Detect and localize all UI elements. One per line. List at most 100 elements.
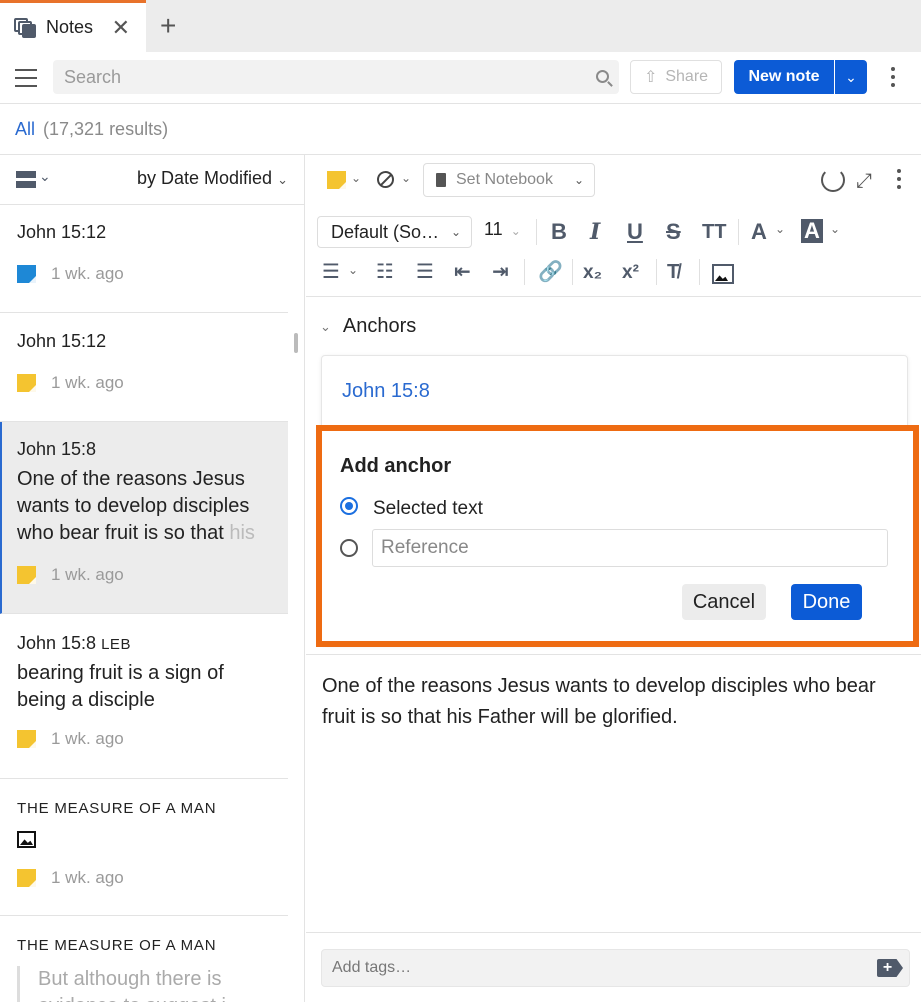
bullet-list-icon[interactable]: ☷ [376,260,394,284]
align-icon[interactable]: ☰ [322,260,340,284]
tags-placeholder: Add tags… [332,959,412,976]
note-title: John 15:12 [17,331,107,351]
selected-text-radio[interactable] [340,497,358,515]
font-size-value: 11 [484,219,503,239]
link-icon[interactable]: 🔗 [538,260,563,284]
subscript-button[interactable]: x₂ [583,261,602,285]
done-button[interactable]: Done [791,584,862,620]
sticky-note-icon [17,869,36,887]
share-button[interactable]: ⇧ Share [630,60,722,94]
anchor-reference-link[interactable]: John 15:8 [342,380,430,403]
font-size-select[interactable]: 11 ⌄ [484,219,521,240]
divider [699,259,700,285]
chevron-down-icon[interactable]: ⌄ [348,263,358,277]
more-options-icon[interactable] [891,67,895,87]
font-family-select[interactable]: Default (So… ⌄ [317,216,472,248]
new-note-dropdown[interactable]: ⌄ [834,60,867,94]
note-meta: 1 wk. ago [17,868,271,888]
outdent-icon[interactable]: ⇤ [454,260,471,284]
clear-format-icon[interactable]: T̸ [667,260,679,284]
chevron-down-icon[interactable]: ⌄ [401,171,411,185]
view-mode-icon[interactable] [16,171,36,189]
font-family-value: Default (So… [331,221,440,242]
divider [524,259,525,285]
cancel-button[interactable]: Cancel [682,584,766,620]
note-meta: 1 wk. ago [17,373,271,393]
note-title: John 15:12 [17,222,107,242]
close-icon[interactable]: ✕ [112,16,130,39]
more-options-icon[interactable] [897,169,901,189]
strikethrough-button[interactable]: S [666,220,681,244]
no-symbol-icon[interactable] [377,171,394,188]
reference-radio[interactable] [340,539,358,557]
note-quote: But although there is evidence to sugges… [17,966,271,1002]
tab-label: Notes [46,17,94,37]
anchors-section-toggle[interactable]: ⌄ Anchors [320,315,416,338]
search-input[interactable]: Search [53,60,619,94]
sticky-note-icon [17,265,36,283]
note-time: 1 wk. ago [51,729,124,748]
chevron-down-icon: ⌄ [450,225,461,239]
menu-icon[interactable] [15,69,37,87]
new-tab-button[interactable]: + [160,12,176,40]
note-preview: One of the reasons Jesus wants to develo… [17,468,255,544]
tab-strip: Notes ✕ + [0,0,921,52]
sort-label: by Date Modified [137,168,273,188]
list-item[interactable]: THE MEASURE OF A MAN But although there … [0,916,288,1002]
chevron-down-icon[interactable]: ⌄ [830,222,840,236]
divider [572,259,573,285]
note-meta: 1 wk. ago [17,264,271,284]
notebook-placeholder: Set Notebook [456,171,553,188]
search-placeholder: Search [64,66,122,87]
font-color-button[interactable]: A [751,220,767,244]
list-scrollbar[interactable] [294,333,298,353]
filter-all-link[interactable]: All [15,119,35,140]
note-editor: ⌄ ⌄ Set Notebook ⌄ ⤢ Default (So… ⌄ 11 ⌄ … [306,155,921,1002]
tags-input[interactable]: Add tags… + [321,949,910,987]
tab-notes[interactable]: Notes ✕ [0,0,146,52]
indent-icon[interactable]: ⇥ [492,260,509,284]
results-count: (17,321 results) [43,118,169,139]
expand-icon[interactable]: ⤢ [856,170,872,193]
list-item[interactable]: John 15:12 1 wk. ago [0,313,288,422]
numbered-list-icon[interactable]: ☰ [416,260,434,284]
insert-image-icon[interactable] [712,264,734,284]
set-notebook-dropdown[interactable]: Set Notebook ⌄ [423,163,595,197]
list-item[interactable]: THE MEASURE OF A MAN 1 wk. ago [0,779,288,916]
reference-placeholder: Reference [381,537,469,558]
italic-button[interactable]: I [590,220,600,244]
sticky-note-icon [17,374,36,392]
sort-dropdown[interactable]: by Date Modified ⌄ [137,168,288,189]
notebook-icon [436,173,446,187]
superscript-button[interactable]: x² [622,261,639,285]
add-tag-icon[interactable]: + [877,959,903,977]
chevron-down-icon[interactable]: ⌄ [351,171,361,185]
notes-app-icon [14,17,36,38]
list-item-selected[interactable]: John 15:8 One of the reasons Jesus wants… [0,422,288,614]
note-title: THE MEASURE OF A MAN [17,937,217,954]
divider [738,219,739,245]
notes-list-pane: ⌄ by Date Modified ⌄ John 15:12 1 wk. ag… [0,155,305,1002]
note-time: 1 wk. ago [51,264,124,283]
new-note-button[interactable]: New note [734,60,834,94]
chevron-down-icon[interactable]: ⌄ [775,222,785,236]
note-time: 1 wk. ago [51,868,124,887]
note-body-text[interactable]: One of the reasons Jesus wants to develo… [322,671,912,733]
highlight-color-button[interactable]: A [801,219,823,243]
text-case-button[interactable]: TT [702,220,726,244]
results-bar: All (17,321 results) [0,104,921,155]
bold-button[interactable]: B [551,220,567,244]
main-toolbar: Search ⇧ Share New note ⌄ [0,52,921,104]
divider [306,654,921,655]
tags-bar: Add tags… + [306,932,921,1002]
search-icon[interactable] [596,70,609,83]
reference-input[interactable]: Reference [372,529,888,567]
note-color-icon[interactable] [327,171,346,189]
sync-icon[interactable] [821,168,845,192]
list-item[interactable]: John 15:12 1 wk. ago [0,205,288,313]
sticky-note-icon [17,566,36,584]
note-title: John 15:8 LEB [17,633,131,653]
chevron-down-icon[interactable]: ⌄ [39,168,51,185]
list-item[interactable]: John 15:8 LEB bearing fruit is a sign of… [0,614,288,779]
underline-button[interactable]: U [627,220,643,244]
